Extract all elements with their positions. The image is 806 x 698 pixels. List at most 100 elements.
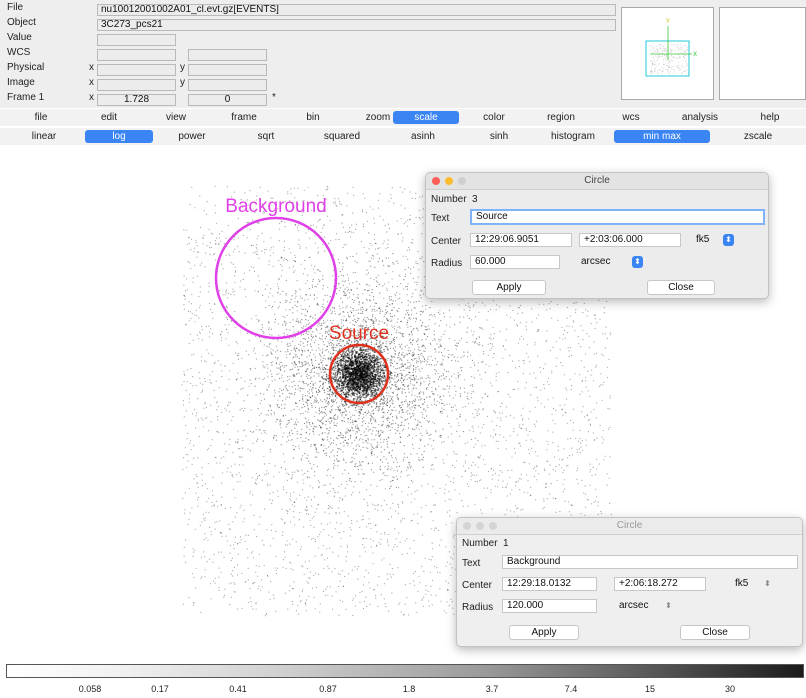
menu-edit[interactable]: edit — [76, 111, 142, 124]
number-label: Number — [431, 194, 467, 205]
radius-input[interactable]: 120.000 — [502, 599, 597, 613]
apply-button[interactable]: Apply — [472, 280, 546, 295]
file-label: File — [7, 2, 24, 13]
menu-scale[interactable]: scale — [393, 111, 459, 124]
apply-button[interactable]: Apply — [509, 625, 579, 640]
scale-histogram[interactable]: histogram — [535, 130, 611, 143]
radius-label: Radius — [431, 258, 463, 269]
dialog-titlebar[interactable]: Circle — [457, 518, 802, 535]
close-button[interactable]: Close — [647, 280, 715, 295]
value-field — [97, 34, 176, 46]
scale-squared[interactable]: squared — [302, 130, 382, 143]
units-chevron-icon[interactable]: ⬍ — [663, 600, 674, 612]
center-dec-input[interactable]: +2:03:06.000 — [579, 233, 681, 247]
file-field: nu10012001002A01_cl.evt.gz[EVENTS] — [97, 4, 616, 16]
source-region-label: Source — [329, 323, 389, 344]
panner-view[interactable]: Y X — [621, 7, 714, 100]
image-x-field — [97, 79, 176, 91]
menu-frame[interactable]: frame — [211, 111, 277, 124]
scale-log[interactable]: log — [85, 130, 153, 143]
colorbar-tick-label: 7.4 — [564, 684, 578, 694]
colorbar-tick-label: 0.058 — [78, 684, 102, 694]
menu-help[interactable]: help — [737, 111, 803, 124]
physical-x-field — [97, 64, 176, 76]
physical-y-label: y — [180, 62, 185, 73]
close-button[interactable]: Close — [680, 625, 750, 640]
scale-min-max[interactable]: min max — [614, 130, 710, 143]
background-circle-dialog: Circle Number 1 Text Background Center 1… — [456, 517, 803, 647]
center-ra-input[interactable]: 12:29:06.9051 — [470, 233, 572, 247]
scale-power[interactable]: power — [154, 130, 230, 143]
info-panel: File nu10012001002A01_cl.evt.gz[EVENTS] … — [0, 0, 806, 108]
physical-label: Physical — [7, 62, 45, 73]
panner-thumbnail: Y X — [645, 18, 697, 77]
coord-system-select[interactable]: fk5 — [735, 577, 748, 591]
magnifier-view — [719, 7, 806, 100]
menu-color[interactable]: color — [461, 111, 527, 124]
wcs-label: WCS — [7, 47, 31, 58]
coord-system-select[interactable]: fk5 — [696, 233, 709, 247]
menu-analysis[interactable]: analysis — [667, 111, 733, 124]
colorbar-tick-label: 30 — [724, 684, 736, 694]
frame-marker: * — [272, 92, 276, 103]
radius-units-select[interactable]: arcsec — [581, 255, 610, 269]
object-field: 3C273_pcs21 — [97, 19, 616, 31]
image-y-field — [188, 79, 267, 91]
menu-bin[interactable]: bin — [280, 111, 346, 124]
object-label: Object — [7, 17, 36, 28]
main-menu-bar: file edit view frame bin zoom scale color region… — [0, 109, 806, 126]
physical-y-field — [188, 64, 267, 76]
background-region-label: Background — [225, 196, 326, 217]
text-input[interactable]: Source — [470, 209, 765, 225]
coord-system-chevron-icon[interactable]: ⬍ — [723, 234, 734, 246]
scale-zscale[interactable]: zscale — [713, 130, 803, 143]
radius-label: Radius — [462, 602, 494, 613]
radius-input[interactable]: 60.000 — [470, 255, 560, 269]
dialog-titlebar[interactable]: Circle — [426, 173, 768, 190]
text-input[interactable]: Background — [502, 555, 798, 569]
radius-units-select[interactable]: arcsec — [619, 599, 648, 613]
panner-bbox — [645, 40, 690, 77]
svg-text:Y: Y — [665, 18, 670, 25]
number-value: 1 — [503, 538, 509, 549]
wcs-y-field — [188, 49, 267, 61]
colorbar-tick-label: 0.87 — [319, 684, 337, 694]
background-region-circle[interactable] — [214, 216, 338, 340]
scale-asinh[interactable]: asinh — [385, 130, 461, 143]
center-label: Center — [431, 236, 462, 247]
dialog-title: Circle — [584, 175, 610, 186]
frame-x-field: 1.728 — [97, 94, 176, 106]
menu-file[interactable]: file — [8, 111, 74, 124]
text-label: Text — [431, 213, 450, 224]
image-x-label: x — [89, 77, 94, 88]
number-value: 3 — [472, 194, 478, 205]
number-label: Number — [462, 538, 498, 549]
frame-y-field: 0 — [188, 94, 267, 106]
menu-wcs[interactable]: wcs — [598, 111, 664, 124]
scale-button-bar: linear log power sqrt squared asinh sinh histog… — [0, 128, 806, 145]
text-label: Text — [462, 558, 481, 569]
menu-view[interactable]: view — [143, 111, 209, 124]
colorbar[interactable] — [6, 664, 804, 678]
center-label: Center — [462, 580, 493, 591]
units-chevron-icon[interactable]: ⬍ — [632, 256, 643, 268]
source-circle-dialog: Circle Number 3 Text Source Center 12:29… — [425, 172, 769, 299]
menu-region[interactable]: region — [528, 111, 594, 124]
wcs-x-field — [97, 49, 176, 61]
svg-text:X: X — [693, 51, 697, 58]
physical-x-label: x — [89, 62, 94, 73]
center-ra-input[interactable]: 12:29:18.0132 — [502, 577, 597, 591]
colorbar-tick-label: 0.41 — [229, 684, 247, 694]
colorbar-tick-label: 1.8 — [402, 684, 416, 694]
dialog-title: Circle — [616, 520, 643, 531]
scale-sinh[interactable]: sinh — [465, 130, 533, 143]
coord-system-chevron-icon[interactable]: ⬍ — [762, 578, 773, 590]
colorbar-tick-label: 3.7 — [485, 684, 499, 694]
scale-sqrt[interactable]: sqrt — [233, 130, 299, 143]
value-label: Value — [7, 32, 32, 43]
frame-label: Frame 1 — [7, 92, 45, 103]
scale-linear[interactable]: linear — [6, 130, 82, 143]
center-dec-input[interactable]: +2:06:18.272 — [614, 577, 706, 591]
image-y-label: y — [180, 77, 185, 88]
colorbar-tick-label: 15 — [644, 684, 656, 694]
